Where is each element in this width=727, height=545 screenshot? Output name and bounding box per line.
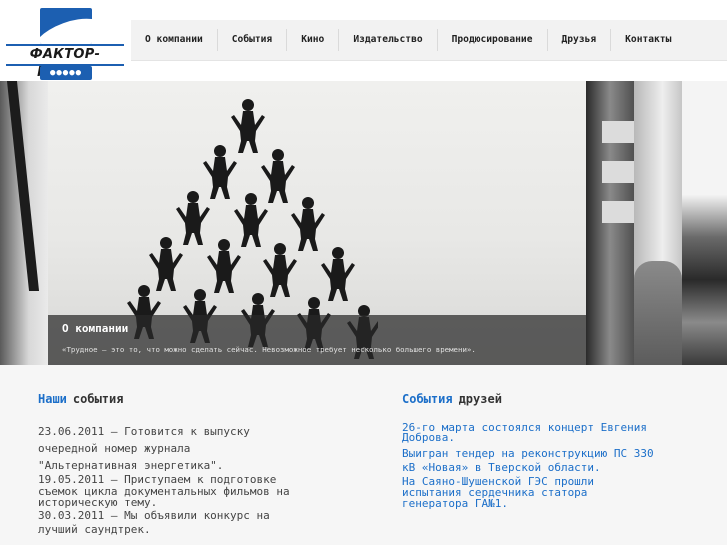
slide-thumb-sea[interactable] [682, 81, 727, 365]
content-area: Наши события 23.06.2011 – Готовится к вып… [0, 365, 727, 545]
friend-news-line: кВ «Новая» в Тверской области. [402, 461, 601, 474]
friend-news-link[interactable]: Выигран тендер на реконструкцию ПС 330 к… [402, 447, 654, 475]
slide-thumb-roll[interactable] [634, 81, 682, 365]
friend-events-heading-rest: друзей [458, 392, 502, 406]
friend-news-line: генератора ГА№1. [402, 497, 508, 510]
nav-item-contacts[interactable]: Контакты [611, 29, 685, 51]
slide-main-image[interactable]: О компании «Трудное – это то, что можно … [48, 81, 586, 365]
friend-events-heading: События друзей [402, 392, 502, 406]
news-item-line: 30.03.2011 – Мы объявили конкурс на [38, 509, 270, 522]
friend-news-line: Доброва. [402, 431, 455, 444]
banner-slider: О компании «Трудное – это то, что можно … [0, 81, 727, 365]
site-logo[interactable]: ФАКТОР-МЕДИА ●●●●● [6, 6, 124, 80]
friend-events-heading-highlight[interactable]: События [402, 392, 453, 406]
nav-item-about[interactable]: О компании [131, 29, 218, 51]
nav-item-cinema[interactable]: Кино [287, 29, 340, 51]
logo-wordmark: ФАКТОР-МЕДИА [6, 44, 124, 80]
gear-tooth [602, 121, 634, 143]
news-item[interactable]: 30.03.2011 – Мы объявили конкурс на лучш… [38, 509, 270, 537]
slide-caption: О компании «Трудное – это то, что можно … [48, 315, 586, 365]
news-item-line: 23.06.2011 – Готовится к выпуску [38, 425, 250, 438]
slide-caption-title[interactable]: О компании [62, 322, 128, 335]
nav-item-events[interactable]: События [218, 29, 288, 51]
friend-news-link[interactable]: 26-го марта состоялся концерт Евгения До… [402, 422, 647, 444]
gear-tooth [602, 161, 634, 183]
nav-item-producing[interactable]: Продюсирование [438, 29, 548, 51]
news-item-line: "Альтернативная энергетика". [38, 459, 224, 472]
our-events-heading-highlight[interactable]: Наши [38, 392, 67, 406]
roll-image [634, 261, 682, 365]
news-item-line: очередной номер журнала [38, 442, 191, 455]
news-item[interactable]: 19.05.2011 – Приступаем к подготовке съе… [38, 474, 290, 509]
our-events-heading: Наши события [38, 392, 123, 406]
tie-image [6, 81, 40, 291]
logo-dots: ●●●●● [40, 66, 92, 80]
our-events-heading-rest: события [72, 392, 124, 406]
news-item[interactable]: 23.06.2011 – Готовится к выпуску очередн… [38, 423, 250, 474]
logo-mark-icon [40, 8, 92, 44]
gear-tooth [602, 201, 634, 223]
news-item-line: историческую тему. [38, 496, 158, 509]
friend-news-line: Выигран тендер на реконструкцию ПС 330 [402, 447, 654, 460]
slide-caption-quote: «Трудное – это то, что можно сделать сей… [62, 345, 476, 354]
slide-thumb-tie[interactable] [0, 81, 48, 365]
slide-thumb-gear[interactable] [586, 81, 634, 365]
nav-item-friends[interactable]: Друзья [548, 29, 612, 51]
site-header: ФАКТОР-МЕДИА ●●●●● О компании События Ки… [0, 0, 727, 80]
news-item-line: 19.05.2011 – Приступаем к подготовке [38, 473, 277, 486]
friend-news-link[interactable]: На Саяно-Шушенской ГЭС прошли испытания … [402, 476, 594, 509]
news-item-line: лучший саундтрек. [38, 523, 151, 536]
main-nav: О компании События Кино Издательство Про… [131, 20, 727, 61]
nav-item-publishing[interactable]: Издательство [339, 29, 438, 51]
